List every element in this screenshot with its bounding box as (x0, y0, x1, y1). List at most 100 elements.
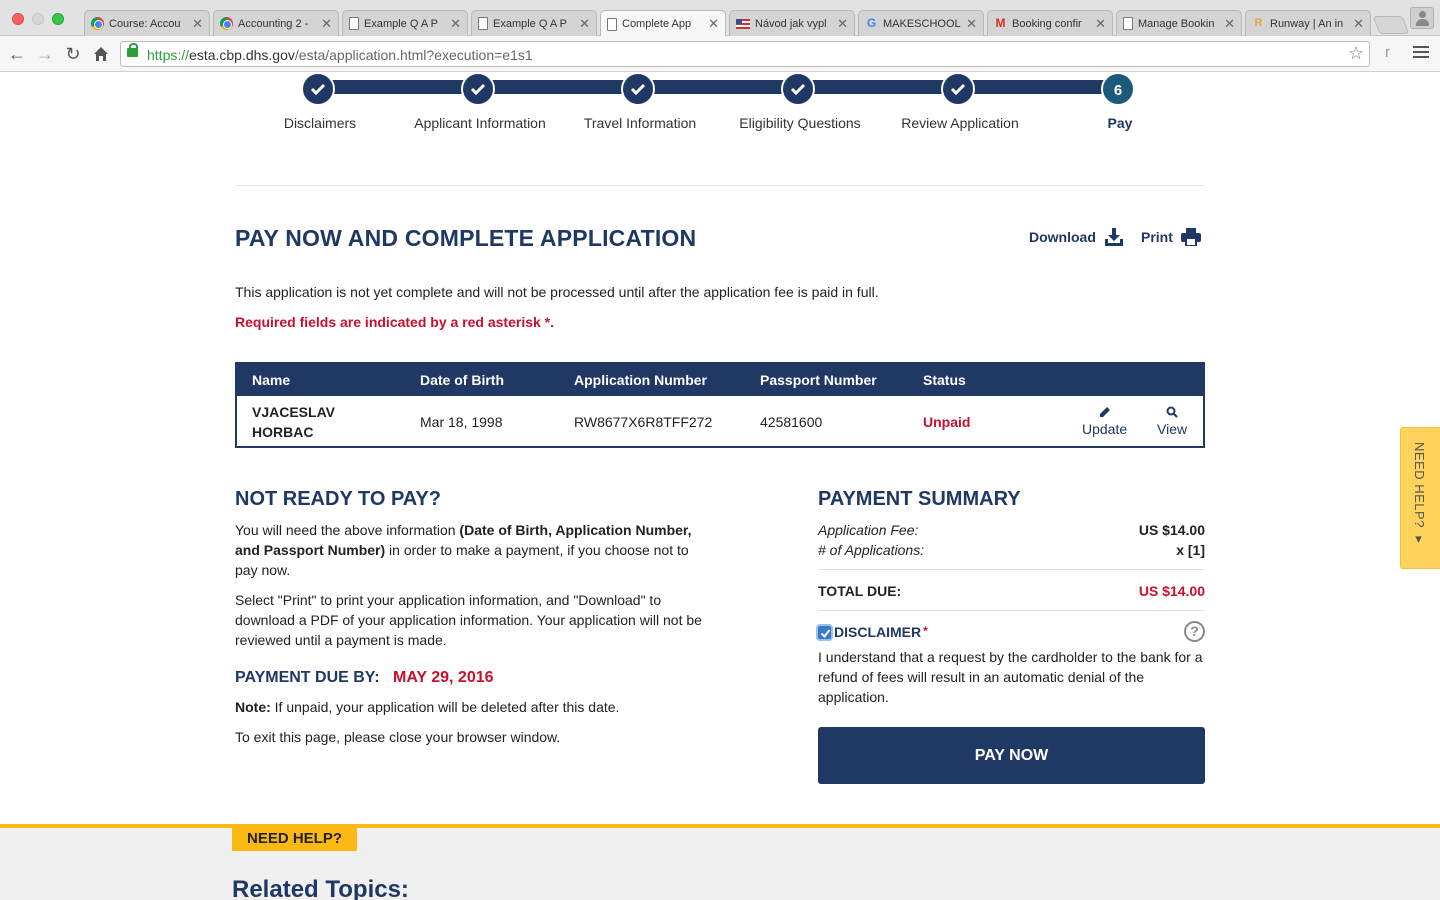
url-host: esta.cbp.dhs.gov (189, 47, 295, 63)
view-button[interactable]: View (1157, 406, 1187, 437)
table-header: Name Date of Birth Application Number Pa… (237, 364, 1203, 396)
print-link[interactable]: Print (1141, 228, 1201, 246)
check-icon (951, 83, 965, 95)
browser-tab[interactable]: G MAKESCHOOL ✕ (858, 10, 984, 36)
runway-icon: R (1254, 17, 1263, 29)
applicant-first-name: VJACESLAV (252, 404, 335, 420)
browser-tab[interactable]: M Booking confir ✕ (987, 10, 1113, 36)
browser-tab[interactable]: Example Q A P ✕ (471, 10, 597, 36)
tab-label: Runway | An in (1270, 17, 1344, 30)
column-header-dob: Date of Birth (420, 372, 504, 388)
download-label: Download (1029, 229, 1096, 245)
url-text: https://esta.cbp.dhs.gov/esta/applicatio… (147, 47, 533, 63)
minimize-window-button[interactable] (32, 13, 44, 25)
step-1-complete (301, 72, 335, 106)
chrome-icon (91, 17, 104, 30)
tab-label: Example Q A P (364, 17, 438, 30)
browser-tab-active[interactable]: Complete App ✕ (600, 10, 726, 37)
back-arrow-icon[interactable]: ← (5, 42, 29, 66)
application-number: RW8677X6R8TFF272 (574, 414, 713, 430)
profile-icon[interactable] (1410, 7, 1434, 29)
download-link[interactable]: Download (1029, 228, 1124, 246)
application-fee-value: US $14.00 (1138, 522, 1205, 538)
reload-icon[interactable]: ↻ (61, 42, 85, 66)
close-tab-icon[interactable]: ✕ (708, 16, 719, 32)
disclaimer-label: DISCLAIMER * (834, 624, 928, 640)
new-tab-button[interactable] (1372, 16, 1410, 34)
required-asterisk: * (923, 624, 928, 638)
tab-label: Example Q A P (493, 17, 567, 30)
close-tab-icon[interactable]: ✕ (579, 16, 590, 32)
exit-instruction: To exit this page, please close your bro… (235, 729, 561, 745)
browser-tab[interactable]: Návod jak vypl ✕ (729, 10, 855, 36)
browser-tab[interactable]: Accounting 2 - ✕ (213, 10, 339, 36)
document-icon (1123, 17, 1133, 30)
browser-tab[interactable]: R Runway | An in ✕ (1245, 10, 1371, 36)
browser-tab[interactable]: Example Q A P ✕ (342, 10, 468, 36)
gmail-icon: M (995, 16, 1006, 30)
need-help-side-tab[interactable]: NEED HELP? ▾ (1400, 427, 1440, 569)
column-header-name: Name (252, 372, 291, 388)
pay-now-button[interactable]: PAY NOW (818, 727, 1205, 784)
document-icon (607, 17, 617, 31)
application-count-label: # of Applications: (818, 542, 925, 558)
hamburger-menu-icon[interactable] (1413, 43, 1429, 63)
browser-tab[interactable]: Manage Bookin ✕ (1116, 10, 1242, 36)
home-icon[interactable] (89, 42, 113, 66)
lock-icon (127, 43, 138, 57)
google-icon: G (866, 16, 877, 30)
step-2-complete (461, 72, 495, 106)
close-tab-icon[interactable]: ✕ (192, 16, 203, 32)
summary-divider (818, 610, 1205, 611)
not-ready-title: NOT READY TO PAY? (235, 488, 441, 510)
close-window-button[interactable] (12, 13, 24, 25)
url-scheme: https:// (147, 47, 190, 63)
disclaimer-label-text: DISCLAIMER (834, 624, 922, 640)
check-icon (791, 83, 805, 95)
tab-label: Booking confir (1012, 17, 1082, 30)
total-due-row: TOTAL DUE: US $14.00 (818, 583, 1205, 599)
payment-due-label: PAYMENT DUE BY: (235, 669, 380, 686)
check-icon (311, 83, 325, 95)
note-label: Note: (235, 699, 271, 715)
extension-icon[interactable]: r (1385, 44, 1390, 61)
application-table: Name Date of Birth Application Number Pa… (235, 362, 1205, 448)
browser-toolbar: ← → ↻ https://esta.cbp.dhs.gov/esta/appl… (0, 36, 1440, 72)
update-button[interactable]: Update (1082, 406, 1127, 437)
total-due-label: TOTAL DUE: (818, 583, 902, 599)
section-divider (235, 185, 1205, 186)
check-icon (471, 83, 485, 95)
address-bar[interactable]: https://esta.cbp.dhs.gov/esta/applicatio… (120, 41, 1370, 67)
step-5-complete (941, 72, 975, 106)
note-text: Note: If unpaid, your application will b… (235, 697, 735, 717)
not-ready-paragraph-2: Select "Print" to print your application… (235, 592, 702, 648)
close-tab-icon[interactable]: ✕ (1095, 16, 1106, 32)
magnifier-icon (1166, 406, 1178, 418)
disclaimer-checkbox[interactable] (818, 626, 831, 639)
applicant-last-name: HORBAC (252, 424, 314, 440)
download-icon (1104, 228, 1123, 246)
bookmark-star-icon[interactable]: ☆ (1348, 43, 1364, 64)
close-tab-icon[interactable]: ✕ (966, 16, 977, 32)
column-header-status: Status (923, 372, 966, 388)
tab-label: Manage Bookin (1138, 17, 1215, 30)
browser-tab[interactable]: Course: Accou ✕ (84, 10, 210, 36)
url-path: /esta/application.html?execution=e1s1 (294, 47, 533, 63)
related-topics-heading: Related Topics: (232, 876, 409, 900)
tab-label: Complete App (622, 18, 692, 30)
document-icon (349, 17, 359, 30)
close-tab-icon[interactable]: ✕ (321, 16, 332, 32)
close-tab-icon[interactable]: ✕ (450, 16, 461, 32)
applicant-dob: Mar 18, 1998 (420, 414, 503, 430)
close-tab-icon[interactable]: ✕ (1353, 16, 1364, 32)
maximize-window-button[interactable] (52, 13, 64, 25)
flag-icon (736, 18, 750, 29)
document-icon (478, 17, 488, 30)
page-content: 6 Disclaimers Applicant Information Trav… (0, 72, 1440, 900)
close-tab-icon[interactable]: ✕ (837, 16, 848, 32)
view-label: View (1157, 421, 1188, 437)
close-tab-icon[interactable]: ✕ (1224, 16, 1235, 32)
step-6-current: 6 (1101, 72, 1135, 106)
forward-arrow-icon[interactable]: → (33, 42, 57, 66)
question-mark-icon[interactable]: ? (1184, 621, 1205, 642)
